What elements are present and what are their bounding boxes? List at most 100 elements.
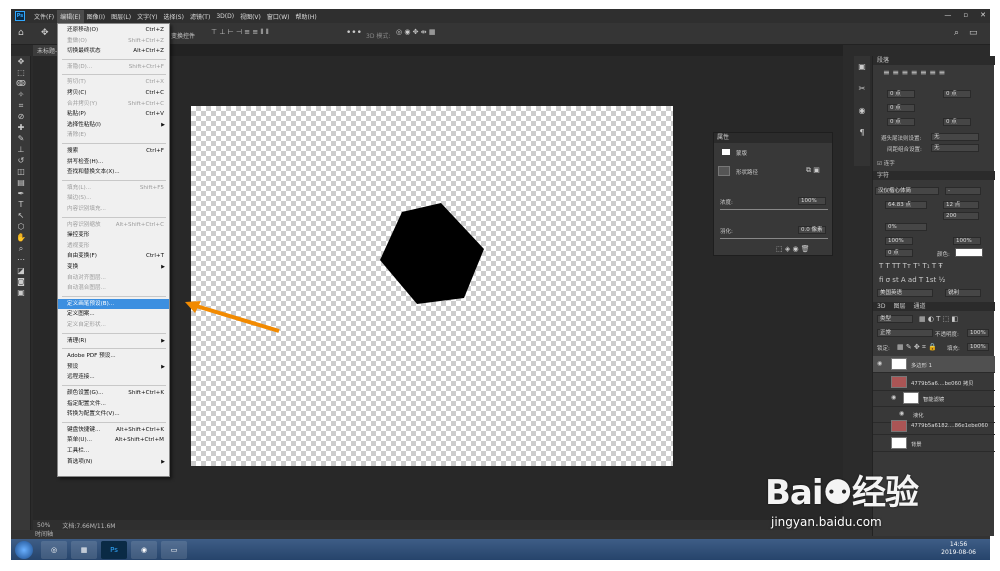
edit-menu-item[interactable]: 还原移动(O) Ctrl+Z bbox=[58, 25, 169, 35]
character-title[interactable]: 字符 bbox=[873, 171, 995, 180]
baseline-field[interactable]: 0 点 bbox=[885, 249, 913, 257]
opacity-field[interactable]: 100% bbox=[967, 329, 989, 337]
eye-icon[interactable]: ◉ bbox=[899, 410, 904, 417]
edit-menu-item[interactable]: 操控变形 bbox=[58, 230, 169, 240]
font-family-select[interactable]: 汉仪楷心体简 bbox=[875, 187, 939, 195]
path-icons[interactable]: ⧉ ▣ bbox=[806, 166, 820, 175]
layer-row[interactable]: 4779b5a6....be060 拷贝 bbox=[873, 374, 995, 391]
menu-layer[interactable]: 图层(L) bbox=[108, 10, 134, 23]
app-icon[interactable]: ◉ bbox=[131, 540, 157, 559]
brush-tool-icon[interactable]: ✎ bbox=[11, 133, 31, 144]
edit-menu-item[interactable]: 切换最终状态 Alt+Ctrl+Z bbox=[58, 46, 169, 56]
3d-tools-icons[interactable]: ◎ ◉ ✥ ⇹ ▦ bbox=[396, 28, 435, 36]
tracking-field[interactable]: 200 bbox=[943, 212, 979, 220]
align-icons[interactable]: ⊤ ⊥ ⊢ ⊣ ≡ ≡ ⫴ ⫴ bbox=[211, 28, 269, 37]
kerning-field[interactable]: 0% bbox=[885, 223, 927, 231]
menu-3d[interactable]: 3D(D) bbox=[213, 11, 237, 22]
path-select-icon[interactable]: ↖ bbox=[11, 210, 31, 221]
indent-right-field[interactable]: 0 点 bbox=[943, 90, 971, 98]
eyedropper-icon[interactable]: ⊘ bbox=[11, 111, 31, 122]
workspace-icon[interactable]: ▭ bbox=[969, 28, 978, 38]
history-brush-icon[interactable]: ↺ bbox=[11, 155, 31, 166]
edit-menu-item[interactable]: Adobe PDF 预设... bbox=[58, 351, 169, 361]
edit-menu-item[interactable]: 预设 ▶ bbox=[58, 362, 169, 372]
layer-row[interactable]: ◉ 多边形 1 bbox=[873, 356, 995, 373]
folder-icon[interactable]: ▭ bbox=[161, 540, 187, 559]
lasso-tool-icon[interactable]: ↂ bbox=[11, 78, 31, 89]
tab-layers[interactable]: 图层 bbox=[893, 302, 905, 311]
edit-menu-item[interactable]: 工具栏... bbox=[58, 446, 169, 456]
edit-menu-item[interactable]: 颜色设置(G)... Shift+Ctrl+K bbox=[58, 388, 169, 398]
text-color-swatch[interactable] bbox=[955, 248, 983, 257]
edit-menu-item[interactable]: 定义画笔预设(B)... bbox=[58, 298, 169, 309]
properties-title[interactable]: 属性 bbox=[714, 133, 832, 143]
marquee-tool-icon[interactable]: ⬚ bbox=[11, 67, 31, 78]
shape-tool-icon[interactable]: ⬡ bbox=[11, 221, 31, 232]
edit-menu-item[interactable]: 转换为配置文件(V)... bbox=[58, 409, 169, 419]
menu-image[interactable]: 图像(I) bbox=[84, 10, 108, 23]
hexagon-shape[interactable] bbox=[191, 106, 673, 466]
edit-menu-item[interactable]: 清理(R) ▶ bbox=[58, 336, 169, 346]
edit-menu-item[interactable]: 拼写检查(H)... bbox=[58, 157, 169, 167]
zoom-tool-icon[interactable]: ⌕ bbox=[11, 243, 31, 254]
density-field[interactable]: 100% bbox=[798, 197, 826, 205]
stamp-tool-icon[interactable]: ⊥ bbox=[11, 144, 31, 155]
document-canvas[interactable] bbox=[191, 106, 673, 466]
feather-field[interactable]: 0.0 像素 bbox=[798, 226, 826, 234]
menu-view[interactable]: 视图(V) bbox=[237, 10, 264, 23]
start-button[interactable] bbox=[15, 540, 33, 559]
edit-menu-item[interactable]: 定义图案... bbox=[58, 309, 169, 319]
edit-menu-item[interactable]: 远程连接... bbox=[58, 372, 169, 382]
tab-channels[interactable]: 通道 bbox=[913, 302, 925, 311]
indent-left-field[interactable]: 0 点 bbox=[887, 90, 915, 98]
hyphenate-checkbox[interactable]: ☑ 连字 bbox=[877, 159, 895, 167]
info-icon[interactable]: ◉ bbox=[854, 100, 870, 122]
close-button[interactable]: ✕ bbox=[980, 11, 986, 19]
edit-menu-item[interactable]: 拷贝(C) Ctrl+C bbox=[58, 88, 169, 98]
transform-controls-label[interactable]: 变换控件 bbox=[171, 31, 195, 40]
vscale-field[interactable]: 100% bbox=[885, 237, 913, 245]
text-style-icons[interactable]: T T TT Tт T¹ T₁ T Ŧ bbox=[879, 262, 943, 270]
density-slider[interactable] bbox=[720, 209, 828, 210]
chrome-icon[interactable]: ◎ bbox=[41, 540, 67, 559]
tab-3d[interactable]: 3D bbox=[877, 302, 885, 311]
move-tool-icon[interactable]: ✥ bbox=[41, 28, 49, 38]
align-icons[interactable]: ≡ ≡ ≡ ≡ ≡ ≡ ≡ bbox=[883, 68, 945, 77]
hscale-field[interactable]: 100% bbox=[953, 237, 981, 245]
menu-file[interactable]: 文件(F) bbox=[31, 10, 57, 23]
more-tools-icon[interactable]: ⋯ bbox=[11, 254, 31, 265]
layer-filter-select[interactable]: 类型 bbox=[877, 315, 913, 323]
screen-mode-icon[interactable]: ▣ bbox=[11, 287, 31, 298]
pen-tool-icon[interactable]: ✒ bbox=[11, 188, 31, 199]
menu-filter[interactable]: 滤镜(T) bbox=[187, 10, 213, 23]
quick-mask-icon[interactable]: ◙ bbox=[11, 276, 31, 287]
menu-edit[interactable]: 编辑(E) bbox=[57, 9, 84, 23]
menu-type[interactable]: 文字(Y) bbox=[134, 10, 160, 23]
tools-icon[interactable]: ✂ bbox=[854, 78, 870, 100]
eye-icon[interactable]: ◉ bbox=[891, 394, 896, 401]
edit-menu-item[interactable]: 指定配置文件... bbox=[58, 399, 169, 409]
spacing-select[interactable]: 无 bbox=[931, 144, 979, 152]
zoom-level[interactable]: 50% bbox=[37, 522, 50, 529]
hand-tool-icon[interactable]: ✋ bbox=[11, 232, 31, 243]
lock-icons[interactable]: ▦ ✎ ✥ ⌗ 🔒 bbox=[897, 343, 937, 352]
photoshop-icon[interactable]: Ps bbox=[101, 540, 127, 559]
type-tool-icon[interactable]: T bbox=[11, 199, 31, 210]
healing-brush-icon[interactable]: ✚ bbox=[11, 122, 31, 133]
edit-menu-item[interactable]: 粘贴(P) Ctrl+V bbox=[58, 109, 169, 119]
edit-menu-item[interactable]: 查找和替换文本(X)... bbox=[58, 167, 169, 177]
move-tool-icon[interactable]: ✥ bbox=[11, 56, 31, 67]
search-icon[interactable]: ⌕ bbox=[954, 28, 959, 38]
hyph-select[interactable]: 无 bbox=[931, 133, 979, 141]
menu-help[interactable]: 帮助(H) bbox=[293, 10, 320, 23]
font-size-field[interactable]: 64.83 点 bbox=[885, 201, 927, 209]
opentype-icons[interactable]: fi σ st A ad T 1st ½ bbox=[879, 276, 945, 284]
space-before-field[interactable]: 0 点 bbox=[887, 118, 915, 126]
space-after-field[interactable]: 0 点 bbox=[943, 118, 971, 126]
leading-field[interactable]: 12 点 bbox=[943, 201, 979, 209]
feather-slider[interactable] bbox=[720, 238, 828, 239]
menu-window[interactable]: 窗口(W) bbox=[264, 10, 293, 23]
colors-icon[interactable]: ◪ bbox=[11, 265, 31, 276]
edit-menu-item[interactable]: 菜单(U)... Alt+Shift+Ctrl+M bbox=[58, 435, 169, 445]
language-select[interactable]: 美国英语 bbox=[877, 289, 933, 297]
